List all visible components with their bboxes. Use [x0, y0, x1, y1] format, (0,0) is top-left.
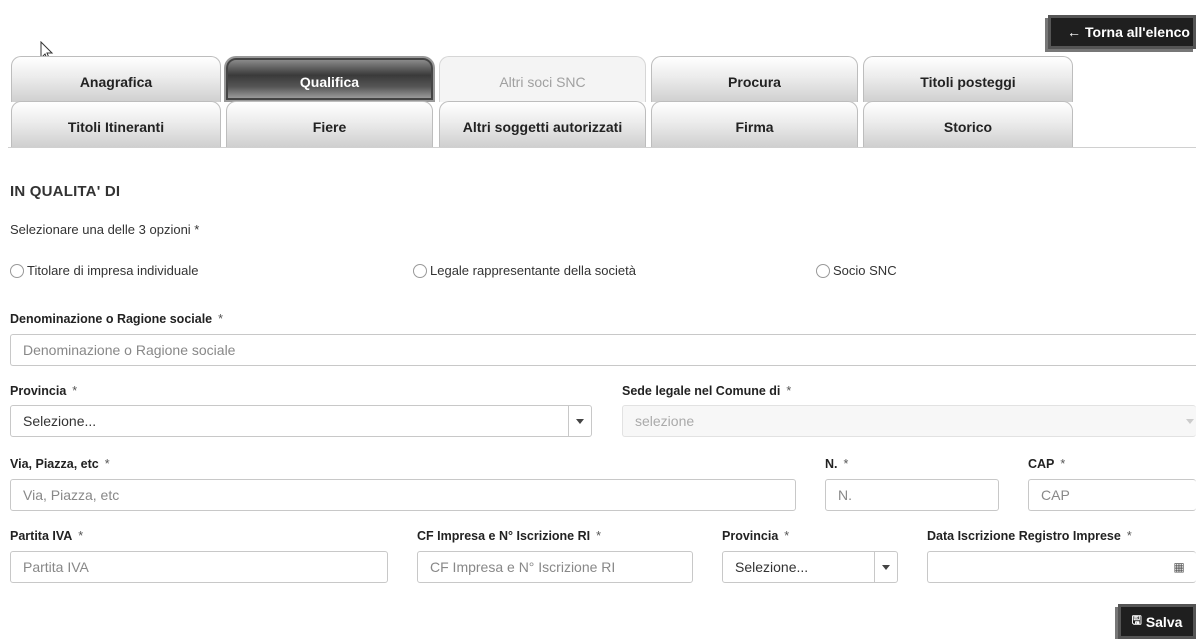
denominazione-label: Denominazione o Ragione sociale *	[10, 312, 223, 326]
sede-legale-select: selezione	[622, 405, 1196, 437]
radio-label: Socio SNC	[833, 263, 897, 278]
numero-input[interactable]: N.	[825, 479, 999, 511]
tab-label: Fiere	[312, 119, 347, 135]
save-label: Salva	[1145, 613, 1183, 630]
partita-iva-input[interactable]: Partita IVA	[10, 551, 388, 583]
tab-label: Qualifica	[299, 74, 360, 90]
arrow-left-icon: ←	[1067, 24, 1081, 40]
tab-altri-soci-snc: Altri soci SNC	[439, 56, 646, 102]
tab-label: Titoli Itineranti	[67, 119, 165, 135]
partita-iva-label: Partita IVA *	[10, 529, 84, 543]
back-to-list-button[interactable]: ← Torna all'elenco	[1048, 15, 1196, 49]
tab-titoli-itineranti[interactable]: Titoli Itineranti	[11, 101, 221, 147]
sede-legale-label: Sede legale nel Comune di *	[622, 384, 792, 398]
radio-label: Legale rappresentante della società	[430, 263, 636, 278]
provincia2-select[interactable]: Selezione...	[722, 551, 898, 583]
tab-label: Anagrafica	[79, 74, 153, 90]
numero-label: N. *	[825, 457, 849, 471]
tab-label: Storico	[943, 119, 993, 135]
tab-titoli-posteggi[interactable]: Titoli posteggi	[863, 56, 1073, 102]
options-hint: Selezionare una delle 3 opzioni *	[10, 222, 200, 237]
tab-qualifica[interactable]: Qualifica	[226, 58, 433, 100]
radio-circle[interactable]	[413, 263, 427, 278]
cap-input[interactable]: CAP	[1028, 479, 1196, 511]
chevron-down-icon[interactable]	[568, 406, 591, 436]
section-title: IN QUALITA' DI	[10, 183, 121, 200]
radio-titolare[interactable]: Titolare di impresa individuale	[10, 263, 199, 278]
tab-storico[interactable]: Storico	[863, 101, 1073, 147]
data-iscrizione-label: Data Iscrizione Registro Imprese *	[927, 529, 1132, 543]
floppy-disk-icon: 🖫	[1131, 613, 1142, 627]
radio-circle[interactable]	[10, 263, 24, 278]
tab-fiere[interactable]: Fiere	[226, 101, 433, 147]
via-input[interactable]: Via, Piazza, etc	[10, 479, 796, 511]
tab-label: Altri soci SNC	[499, 74, 586, 90]
back-to-list-label: Torna all'elenco	[1085, 24, 1190, 40]
tab-label: Titoli posteggi	[920, 74, 1016, 90]
tab-procura[interactable]: Procura	[651, 56, 858, 102]
data-iscrizione-input[interactable]: ▦	[927, 551, 1196, 583]
chevron-down-icon[interactable]	[874, 552, 897, 582]
tab-divider	[8, 147, 1196, 148]
radio-label: Titolare di impresa individuale	[27, 263, 199, 278]
provincia-label: Provincia *	[10, 384, 78, 398]
cf-impresa-label: CF Impresa e N° Iscrizione RI *	[417, 529, 601, 543]
tab-firma[interactable]: Firma	[651, 101, 858, 147]
cap-label: CAP *	[1028, 457, 1066, 471]
provincia2-label: Provincia *	[722, 529, 790, 543]
via-label: Via, Piazza, etc *	[10, 457, 110, 471]
tab-label: Procura	[728, 74, 781, 90]
save-button[interactable]: 🖫 Salva	[1118, 604, 1196, 639]
provincia-select[interactable]: Selezione...	[10, 405, 592, 437]
radio-legale-rappresentante[interactable]: Legale rappresentante della società	[413, 263, 636, 278]
tab-altri-soggetti-autorizzati[interactable]: Altri soggetti autorizzati	[439, 101, 646, 147]
chevron-down-icon	[1186, 419, 1194, 424]
tab-label: Firma	[735, 119, 774, 135]
tab-label: Altri soggetti autorizzati	[462, 119, 623, 135]
calendar-icon[interactable]: ▦	[1162, 552, 1196, 582]
radio-socio-snc[interactable]: Socio SNC	[816, 263, 897, 278]
cf-impresa-input[interactable]: CF Impresa e N° Iscrizione RI	[417, 551, 693, 583]
tab-anagrafica[interactable]: Anagrafica	[11, 56, 221, 102]
radio-circle[interactable]	[816, 263, 830, 278]
denominazione-input[interactable]: Denominazione o Ragione sociale	[10, 334, 1196, 366]
